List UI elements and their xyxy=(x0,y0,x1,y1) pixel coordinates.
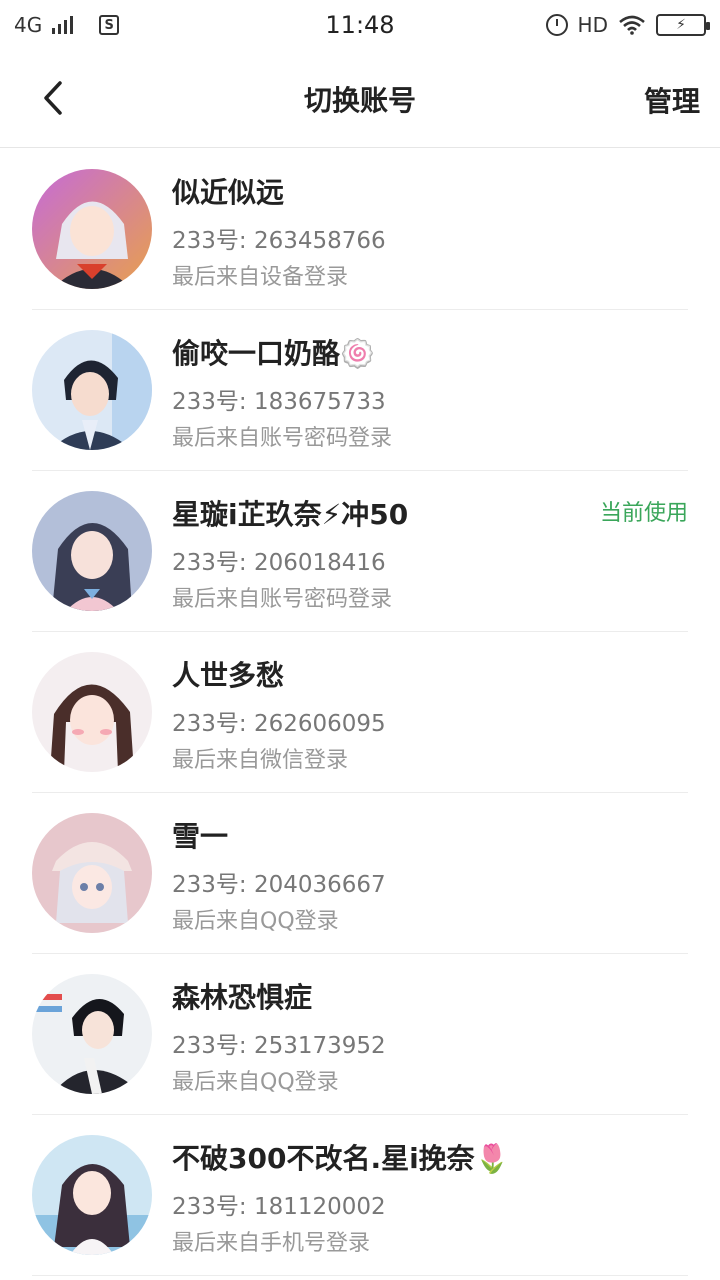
last-login-method: 最后来自账号密码登录 xyxy=(172,426,393,451)
avatar xyxy=(32,652,152,772)
account-id: 233号: 263458766 xyxy=(172,228,386,254)
status-bar: 4G S 11:48 HD ⚡ xyxy=(0,0,720,50)
battery-icon: ⚡ xyxy=(656,14,710,36)
account-name: 偷咬一口奶酪🍥 xyxy=(172,337,375,370)
last-login-method: 最后来自QQ登录 xyxy=(172,909,339,934)
avatar xyxy=(32,1135,152,1255)
avatar xyxy=(32,330,152,450)
avatar xyxy=(32,813,152,933)
signal-icon xyxy=(52,16,74,34)
avatar xyxy=(32,491,152,611)
last-login-method: 最后来自手机号登录 xyxy=(172,1231,371,1256)
account-item[interactable]: 人世多愁 233号: 262606095 最后来自微信登录 xyxy=(32,632,688,793)
alarm-icon xyxy=(545,14,568,36)
account-id: 233号: 181120002 xyxy=(172,1194,386,1220)
hd-indicator: HD xyxy=(577,13,608,37)
last-login-method: 最后来自QQ登录 xyxy=(172,1070,339,1095)
account-id: 233号: 262606095 xyxy=(172,711,386,737)
account-list: 似近似远 233号: 263458766 最后来自设备登录 偷咬一口奶酪🍥 23… xyxy=(0,149,720,1276)
account-item[interactable]: 不破300不改名.星i挽奈🌷 233号: 181120002 最后来自手机号登录 xyxy=(32,1115,688,1276)
account-item[interactable]: 偷咬一口奶酪🍥 233号: 183675733 最后来自账号密码登录 xyxy=(32,310,688,471)
account-name: 森林恐惧症 xyxy=(172,981,313,1014)
page-title: 切换账号 xyxy=(303,83,416,117)
account-item[interactable]: 森林恐惧症 233号: 253173952 最后来自QQ登录 xyxy=(32,954,688,1115)
account-item[interactable]: 似近似远 233号: 263458766 最后来自设备登录 xyxy=(32,149,688,310)
last-login-method: 最后来自账号密码登录 xyxy=(172,587,393,612)
account-item[interactable]: 星璇i芷玖奈⚡冲50 233号: 206018416 最后来自账号密码登录 当前… xyxy=(32,471,688,632)
account-name: 星璇i芷玖奈⚡冲50 xyxy=(172,498,409,531)
sim-icon: S xyxy=(99,15,120,35)
nav-header: 切换账号 管理 xyxy=(0,50,720,148)
last-login-method: 最后来自微信登录 xyxy=(172,748,349,773)
status-left: 4G S xyxy=(14,13,120,37)
back-button[interactable] xyxy=(30,76,74,120)
last-login-method: 最后来自设备登录 xyxy=(172,265,349,290)
avatar xyxy=(32,169,152,289)
current-account-badge: 当前使用 xyxy=(599,501,688,526)
account-id: 233号: 253173952 xyxy=(172,1033,386,1059)
account-name: 不破300不改名.星i挽奈🌷 xyxy=(172,1142,510,1175)
account-item[interactable]: 雪一 233号: 204036667 最后来自QQ登录 xyxy=(32,793,688,954)
account-name: 雪一 xyxy=(172,820,229,853)
account-id: 233号: 206018416 xyxy=(172,550,386,576)
network-type: 4G xyxy=(14,13,43,37)
wifi-icon xyxy=(619,15,645,35)
account-id: 233号: 204036667 xyxy=(172,872,386,898)
account-id: 233号: 183675733 xyxy=(172,389,386,415)
manage-button[interactable]: 管理 xyxy=(644,80,700,120)
chevron-left-icon xyxy=(44,81,62,115)
avatar xyxy=(32,974,152,1094)
status-right: HD ⚡ xyxy=(545,13,710,37)
account-name: 似近似远 xyxy=(172,176,285,209)
account-name: 人世多愁 xyxy=(172,659,285,692)
